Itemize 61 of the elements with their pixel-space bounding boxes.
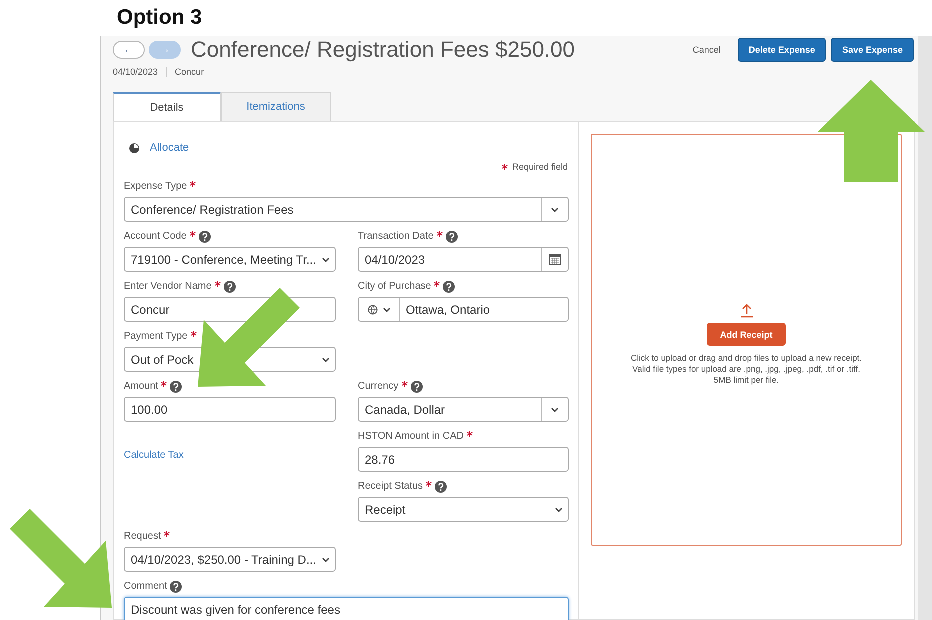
text-field[interactable]: 28.76 bbox=[358, 447, 569, 472]
caret-icon bbox=[322, 356, 330, 362]
dropdown-field[interactable]: 719100 - Conference, Meeting Tr... bbox=[124, 247, 336, 272]
caret-icon bbox=[555, 506, 563, 512]
receipt-drop-area[interactable]: Add Receipt Click to upload or drag and drop files to upload a new receipt. Valid file types for upload are .png, .jpg, .jpeg, .pdf, .tif or .tiff. 5MB limit per file. bbox=[591, 134, 902, 546]
expense-date: 04/10/2023 bbox=[113, 67, 158, 77]
date-field[interactable]: 04/10/2023 bbox=[358, 247, 569, 272]
action-button[interactable]: Delete Expense bbox=[738, 38, 826, 62]
calendar-icon bbox=[549, 254, 561, 265]
help-icon[interactable] bbox=[446, 230, 458, 242]
field-label: Receipt Status bbox=[358, 481, 424, 492]
tab[interactable]: Itemizations bbox=[221, 92, 331, 121]
text-field[interactable]: 100.00 bbox=[124, 397, 336, 422]
help-icon[interactable] bbox=[224, 280, 236, 292]
caret-icon bbox=[322, 256, 330, 262]
vendor-name: Concur bbox=[175, 67, 204, 77]
upload-hint: Valid file types for upload are .png, .jpg, .jpeg, .pdf, .tif or .tiff. bbox=[632, 364, 860, 375]
help-icon[interactable] bbox=[443, 280, 456, 292]
required-legend: Required field bbox=[512, 162, 568, 172]
field-label: Currency bbox=[358, 381, 399, 392]
field-label: Request bbox=[124, 531, 162, 542]
field-label: Account Code bbox=[124, 231, 187, 242]
required-icon bbox=[502, 164, 508, 170]
caret-icon bbox=[322, 556, 330, 562]
help-icon[interactable] bbox=[410, 380, 423, 392]
help-icon[interactable] bbox=[170, 380, 182, 392]
action-button[interactable]: Save Expense bbox=[831, 38, 914, 62]
scrollbar[interactable] bbox=[918, 36, 932, 620]
globe-icon bbox=[368, 304, 378, 314]
caret-icon bbox=[382, 306, 390, 312]
upload-icon bbox=[740, 304, 754, 318]
field-label: Payment Type bbox=[124, 331, 188, 342]
field-label: HSTON Amount in CAD bbox=[358, 431, 464, 442]
comment-field[interactable]: Discount was given for conference fees bbox=[124, 597, 569, 620]
pie-chart-icon bbox=[129, 142, 140, 154]
field-label: City of Purchase bbox=[358, 281, 432, 292]
dropdown-field[interactable]: Conference/ Registration Fees bbox=[124, 197, 569, 222]
field-label: Comment bbox=[124, 581, 168, 592]
tab[interactable]: Details bbox=[113, 92, 221, 121]
dropdown-field[interactable]: Receipt bbox=[358, 497, 569, 522]
upload-hint: 5MB limit per file. bbox=[714, 375, 780, 386]
page-caption: Option 3 bbox=[116, 5, 204, 31]
add-receipt-button[interactable]: Add Receipt bbox=[707, 323, 786, 346]
help-icon[interactable] bbox=[198, 230, 211, 242]
dropdown-field[interactable]: 04/10/2023, $250.00 - Training D... bbox=[124, 547, 336, 572]
caret-icon bbox=[551, 206, 559, 212]
text-link[interactable]: Calculate Tax bbox=[124, 450, 184, 460]
allocate-link[interactable]: Allocate bbox=[150, 142, 190, 154]
cancel-link[interactable]: Cancel bbox=[692, 45, 721, 55]
dropdown-field[interactable]: Canada, Dollar bbox=[358, 397, 569, 422]
help-icon[interactable] bbox=[435, 480, 448, 492]
city-field[interactable]: Ottawa, Ontario bbox=[358, 297, 569, 322]
field-label: Expense Type bbox=[124, 181, 188, 192]
expense-title: Conference/ Registration Fees $250.00 bbox=[191, 37, 576, 63]
field-label: Transaction Date bbox=[358, 231, 434, 242]
field-label: Amount bbox=[124, 381, 158, 392]
upload-hint: Click to upload or drag and drop files to upload a new receipt. bbox=[630, 353, 862, 364]
back-button[interactable]: ← bbox=[113, 41, 145, 59]
help-icon[interactable] bbox=[170, 580, 182, 592]
caret-icon bbox=[551, 406, 559, 412]
field-label: Enter Vendor Name bbox=[124, 281, 212, 292]
